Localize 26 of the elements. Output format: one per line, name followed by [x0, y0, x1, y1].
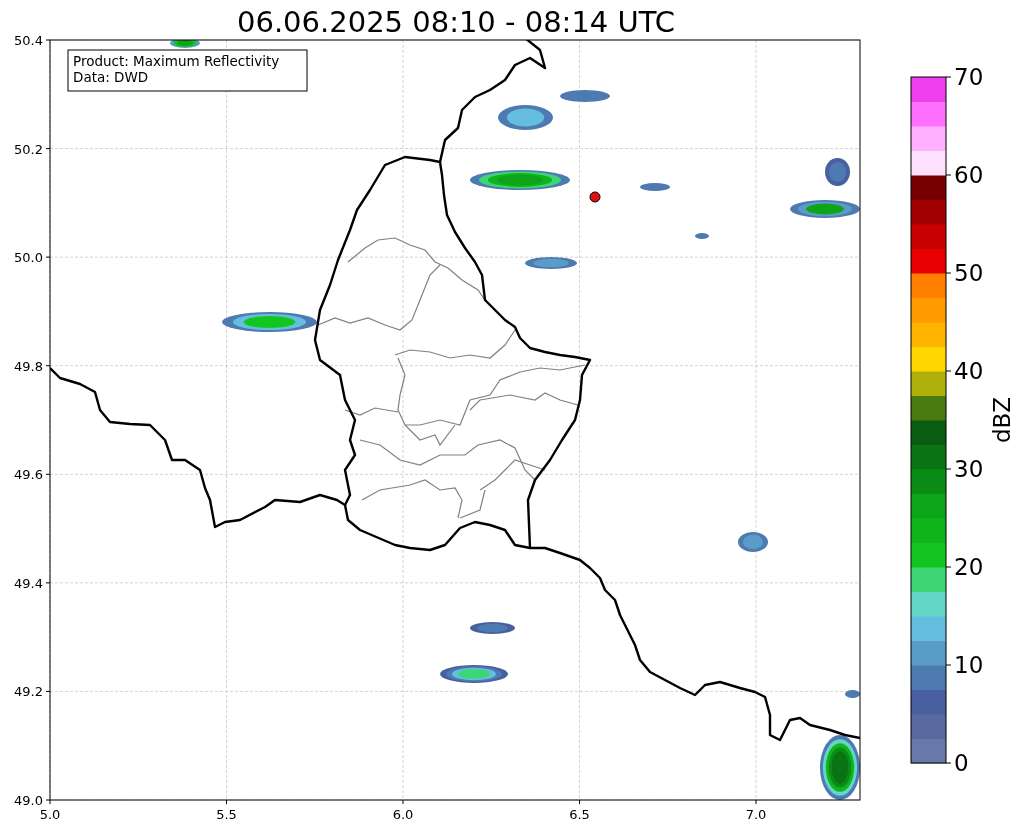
axis-tick-label: 50.4	[14, 33, 43, 48]
axis-tick-label: 50.0	[14, 250, 43, 266]
colorbar-tick-label: 70	[954, 64, 984, 90]
colorbar-tick-label: 30	[954, 456, 984, 482]
info-text: Product: Maximum Reflectivity	[73, 53, 280, 69]
axis-tick-label: 49.4	[14, 575, 43, 591]
colorbar-label: dBZ	[989, 396, 1015, 444]
colorbar-tick-label: 0	[954, 750, 969, 776]
axis-tick-label: 49.6	[14, 467, 43, 483]
colorbar-tick-label: 10	[954, 652, 984, 678]
axis-tick-label: 50.2	[14, 141, 43, 157]
axis-tick-label: 5.0	[39, 807, 61, 822]
colorbar-tick-label: 60	[954, 162, 984, 188]
axis-tick-label: 7.0	[745, 807, 767, 822]
colorbar-tick-label: 40	[954, 358, 984, 384]
colorbar-tick-label: 50	[954, 260, 984, 286]
axis-tick-label: 5.5	[216, 807, 237, 822]
colorbar-tick-label: 20	[954, 554, 984, 580]
info-text: Data: DWD	[73, 69, 149, 85]
axis-tick-label: 6.5	[569, 807, 590, 822]
chart-title: 06.06.2025 08:10 - 08:14 UTC	[237, 5, 675, 39]
axis-tick-label: 49.2	[14, 684, 43, 700]
axis-tick-label: 49.8	[14, 358, 43, 374]
location-marker	[589, 191, 601, 203]
axis-tick-label: 49.0	[14, 793, 43, 808]
axis-tick-label: 6.0	[392, 807, 414, 822]
